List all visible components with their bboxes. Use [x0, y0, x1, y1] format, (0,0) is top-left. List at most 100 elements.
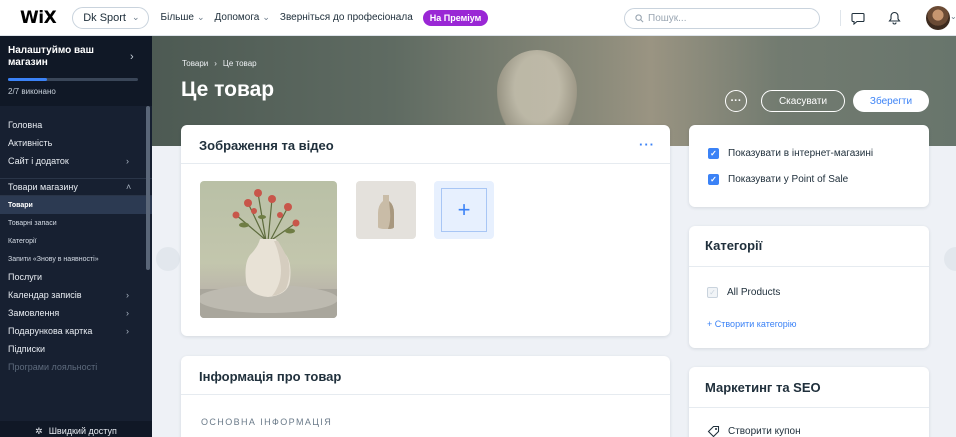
- sidebar-item-label: Календар записів: [8, 290, 82, 300]
- chevron-down-icon[interactable]: ⌄: [950, 12, 956, 21]
- sidebar-item-services[interactable]: Послуги: [0, 268, 152, 286]
- show-in-online-store-checkbox[interactable]: ✓ Показувати в інтернет-магазині: [708, 148, 873, 159]
- checkbox-disabled-icon: ✓: [707, 287, 718, 298]
- product-info-card: Інформація про товар ОСНОВНА ІНФОРМАЦІЯ: [181, 356, 670, 437]
- sidebar-item-categories[interactable]: Категорії: [0, 232, 152, 250]
- setup-progress-bar: [8, 78, 138, 81]
- sidebar-item-label: Подарункова картка: [8, 326, 93, 336]
- sidebar-item-label: Замовлення: [8, 308, 60, 318]
- chevron-down-icon: ⌄: [131, 12, 140, 22]
- setup-progress-fill: [8, 78, 47, 81]
- nav-help-label: Допомога: [214, 12, 260, 23]
- visibility-card: ✓ Показувати в інтернет-магазині ✓ Показ…: [689, 125, 929, 207]
- chevron-right-icon: ›: [130, 51, 134, 63]
- tag-icon: [707, 425, 720, 437]
- category-label: All Products: [727, 287, 781, 298]
- breadcrumb-current: Це товар: [222, 59, 257, 68]
- nav-more-label: Більше: [160, 12, 194, 23]
- avatar[interactable]: [926, 6, 950, 30]
- quick-access-label: Швидкий доступ: [48, 426, 117, 436]
- category-all-products: ✓ All Products: [707, 287, 780, 298]
- search-icon: [635, 14, 644, 23]
- sidebar-item-orders[interactable]: Замовлення ›: [0, 304, 152, 322]
- sidebar-scrollbar[interactable]: [146, 106, 150, 270]
- quick-access-button[interactable]: ✲ Швидкий доступ: [0, 421, 152, 437]
- setup-title: Налаштуймо ваш магазин: [8, 45, 94, 68]
- sidebar-menu: Головна Активність Сайт і додаток › Товар…: [0, 116, 152, 376]
- sidebar-item-store-products[interactable]: Товари магазину ˄: [0, 178, 152, 196]
- sidebar-item-subscriptions[interactable]: Підписки: [0, 340, 152, 358]
- create-coupon-label: Створити купон: [728, 426, 801, 437]
- sidebar-item-loyalty[interactable]: Програми лояльності: [0, 358, 152, 376]
- chat-icon[interactable]: [848, 8, 868, 28]
- chevron-down-icon: ⌄: [262, 12, 270, 22]
- marketing-seo-card: Маркетинг та SEO Створити купон: [689, 367, 929, 437]
- media-card: Зображення та відео ··· +: [181, 125, 670, 336]
- add-media-button[interactable]: +: [434, 181, 494, 239]
- site-name: Dk Sport: [83, 11, 126, 24]
- search-input[interactable]: Пошук...: [624, 8, 820, 29]
- create-coupon-button[interactable]: Створити купон: [707, 425, 801, 437]
- search-placeholder: Пошук...: [648, 13, 687, 24]
- bell-icon[interactable]: [884, 8, 904, 28]
- nav-hire-pro[interactable]: Зверніться до професіонала: [280, 12, 413, 23]
- sidebar-item-label: Активність: [8, 138, 53, 148]
- basic-info-heading: ОСНОВНА ІНФОРМАЦІЯ: [201, 417, 333, 427]
- sidebar-item-gift-card[interactable]: Подарункова картка ›: [0, 322, 152, 340]
- product-main-image[interactable]: [200, 181, 337, 318]
- marketing-title: Маркетинг та SEO: [705, 380, 821, 395]
- site-selector[interactable]: Dk Sport ⌄: [72, 6, 149, 29]
- chevron-right-icon: ›: [126, 156, 129, 166]
- chevron-right-icon: ›: [214, 59, 217, 68]
- nav-help[interactable]: Допомога ⌄: [215, 12, 270, 23]
- chevron-right-icon: ›: [126, 326, 129, 336]
- sidebar-item-label: Товари: [8, 201, 33, 209]
- sidebar-item-booking-calendar[interactable]: Календар записів ›: [0, 286, 152, 304]
- sidebar-item-label: Головна: [8, 120, 43, 130]
- sidebar-item-label: Сайт і додаток: [8, 156, 69, 166]
- breadcrumb-products[interactable]: Товари: [182, 59, 208, 68]
- sidebar-item-site-and-app[interactable]: Сайт і додаток ›: [0, 152, 152, 170]
- sidebar: Налаштуймо ваш магазин › 2/7 виконано Го…: [0, 36, 152, 437]
- chevron-right-icon: ›: [126, 308, 129, 318]
- media-title: Зображення та відео: [199, 138, 334, 153]
- sidebar-item-label: Підписки: [8, 344, 46, 354]
- cancel-button[interactable]: Скасувати: [761, 90, 845, 112]
- sidebar-item-inventory[interactable]: Товарні запаси: [0, 214, 152, 232]
- checkbox-checked-icon: ✓: [708, 148, 719, 159]
- sidebar-item-home[interactable]: Головна: [0, 116, 152, 134]
- create-category-link[interactable]: + Створити категорію: [707, 319, 797, 329]
- product-thumbnail[interactable]: [356, 181, 416, 239]
- checkbox-label: Показувати в інтернет-магазині: [728, 148, 874, 159]
- more-actions-button[interactable]: ···: [725, 90, 747, 112]
- product-info-title: Інформація про товар: [199, 369, 342, 384]
- divider: [181, 394, 670, 395]
- nav-more[interactable]: Більше ⌄: [161, 12, 205, 23]
- plus-icon: +: [441, 188, 487, 232]
- sidebar-item-back-in-stock[interactable]: Запити «Знову в наявності»: [0, 250, 152, 268]
- top-bar: WiX Dk Sport ⌄ Більше ⌄ Допомога ⌄ Зверн…: [0, 0, 956, 36]
- show-in-pos-checkbox[interactable]: ✓ Показувати у Point of Sale: [708, 174, 848, 185]
- media-more-button[interactable]: ···: [639, 137, 655, 152]
- sidebar-item-activity[interactable]: Активність: [0, 134, 152, 152]
- setup-progress-panel[interactable]: Налаштуймо ваш магазин › 2/7 виконано: [0, 36, 152, 106]
- sidebar-item-label: Послуги: [8, 272, 43, 282]
- divider: [181, 163, 670, 164]
- wix-logo[interactable]: WiX: [20, 8, 57, 28]
- sidebar-item-label: Товарні запаси: [8, 219, 57, 227]
- scroll-left-button[interactable]: [156, 247, 180, 271]
- scroll-right-button[interactable]: [944, 247, 956, 271]
- vase-with-flowers-image: [200, 189, 337, 318]
- sidebar-item-products[interactable]: Товари: [0, 196, 152, 214]
- checkbox-label: Показувати у Point of Sale: [728, 174, 849, 185]
- sidebar-item-label: Товари магазину: [8, 182, 78, 192]
- categories-title: Категорії: [705, 238, 763, 253]
- upgrade-premium-button[interactable]: На Преміум: [422, 9, 489, 26]
- save-button[interactable]: Зберегти: [853, 90, 929, 112]
- page-title: Це товар: [181, 78, 275, 101]
- sidebar-item-label: Програми лояльності: [8, 362, 98, 372]
- quick-access-icon: ✲: [35, 425, 43, 436]
- breadcrumb: Товари › Це товар: [182, 59, 257, 68]
- divider: [840, 10, 841, 26]
- divider: [689, 407, 929, 408]
